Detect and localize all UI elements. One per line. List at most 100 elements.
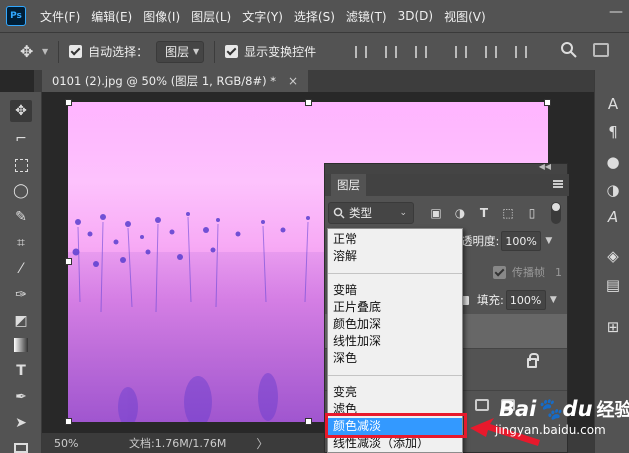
propagate-checkbox[interactable]	[493, 265, 506, 279]
photoshop-logo: Ps	[6, 6, 26, 26]
divider	[58, 40, 60, 63]
color-icon[interactable]: ●	[603, 152, 623, 172]
menu-bar: Ps 文件(F) 编辑(E) 图像(I) 图层(L) 文字(Y) 选择(S) 滤…	[0, 0, 629, 32]
blend-mode-item[interactable]: 正片叠底	[328, 299, 462, 316]
marquee-icon[interactable]	[10, 154, 32, 176]
watermark-brand: Bai	[499, 397, 537, 421]
show-transform-label: 显示变换控件	[244, 45, 317, 59]
chevron-down-icon[interactable]: ▼	[545, 236, 552, 246]
opacity-label: 透明度:	[461, 234, 500, 248]
pen-icon[interactable]: ✒	[10, 386, 32, 408]
collapse-icon[interactable]: ◀◀	[539, 162, 551, 171]
blend-mode-item[interactable]: 深色	[328, 350, 462, 367]
document-tab[interactable]: 0101 (2).jpg @ 50% (图层 1, RGB/8#) * ×	[42, 70, 309, 92]
workspace-icon[interactable]	[593, 43, 609, 57]
new-group-icon[interactable]	[475, 399, 489, 411]
adjustment-filter-icon[interactable]: ◑	[451, 204, 469, 222]
zoom-level[interactable]: 50%	[54, 437, 114, 450]
auto-select-value: 图层	[165, 45, 190, 59]
blend-mode-item[interactable]: 正常	[328, 231, 462, 248]
align-top-icon[interactable]	[450, 41, 472, 63]
blend-mode-item[interactable]: 溶解	[328, 248, 462, 265]
3d-icon[interactable]: ◈	[603, 246, 623, 266]
align-middle-icon[interactable]	[480, 41, 502, 63]
artboard-icon[interactable]: ⌐	[10, 128, 32, 150]
filter-toggle[interactable]	[551, 202, 561, 224]
grid-icon[interactable]: ⊞	[603, 317, 623, 337]
tab-layers[interactable]: 图层	[331, 174, 366, 196]
path-select-icon[interactable]: ➤	[10, 412, 32, 434]
chevron-down-icon[interactable]: ▼	[42, 47, 48, 56]
blend-mode-item[interactable]: 线性加深	[328, 333, 462, 350]
move-icon[interactable]: ✥	[10, 100, 32, 122]
type-icon[interactable]: T	[10, 360, 32, 382]
search-icon	[333, 207, 345, 219]
shape-filter-icon[interactable]: ⬚	[499, 204, 517, 222]
layer-filter-buttons: ▣ ◑ T ⬚ ▯	[427, 204, 547, 222]
type-filter-icon[interactable]: T	[475, 204, 493, 222]
document-tab-title: 0101 (2).jpg @ 50% (图层 1, RGB/8#) *	[52, 74, 276, 88]
glyphs-icon[interactable]: A	[603, 207, 623, 227]
eyedropper-icon[interactable]: ⁄	[10, 258, 32, 280]
annotation-highlight-box	[325, 413, 467, 438]
quick-select-icon[interactable]: ✎	[10, 206, 32, 228]
blend-mode-item[interactable]: 变暗	[328, 282, 462, 299]
align-right-icon[interactable]	[410, 41, 432, 63]
watermark-url: jingyan.baidu.com	[495, 423, 606, 437]
transform-handle[interactable]	[305, 99, 312, 106]
align-buttons	[350, 41, 540, 63]
transform-handle[interactable]	[305, 418, 312, 425]
eraser-icon[interactable]: ◩	[10, 310, 32, 332]
propagate-value: 1	[555, 265, 562, 279]
rectangle-icon[interactable]	[10, 437, 32, 453]
brush-icon[interactable]: ✑	[10, 284, 32, 306]
fill-input[interactable]: 100%	[505, 290, 546, 310]
auto-select-label: 自动选择：	[88, 45, 149, 59]
chevron-right-icon[interactable]: 〉	[256, 435, 268, 452]
auto-select-checkbox[interactable]	[69, 45, 83, 58]
transform-handle[interactable]	[544, 99, 551, 106]
chevron-down-icon: ⌄	[399, 208, 407, 218]
opacity-control: 透明度: 100% ▼	[461, 231, 552, 251]
transform-handle[interactable]	[65, 258, 72, 265]
panel-menu-icon[interactable]	[553, 180, 563, 188]
layer-kind-filter[interactable]: 类型 ⌄	[328, 202, 414, 224]
properties-icon[interactable]: ▤	[603, 275, 623, 295]
align-center-icon[interactable]	[380, 41, 402, 63]
menu-type[interactable]: 文字(Y)	[242, 8, 283, 25]
menu-select[interactable]: 选择(S)	[294, 8, 335, 25]
menu-view[interactable]: 视图(V)	[444, 8, 486, 25]
search-icon[interactable]	[560, 41, 578, 59]
align-bottom-icon[interactable]	[510, 41, 532, 63]
align-left-icon[interactable]	[350, 41, 372, 63]
smart-object-filter-icon[interactable]: ▯	[523, 204, 541, 222]
blend-mode-item[interactable]: 变亮	[328, 384, 462, 401]
character-icon[interactable]: A	[603, 94, 623, 114]
menu-3d[interactable]: 3D(D)	[398, 9, 433, 23]
menu-edit[interactable]: 编辑(E)	[91, 8, 132, 25]
transform-handle[interactable]	[65, 99, 72, 106]
auto-select-dropdown[interactable]: 图层 ▼	[156, 40, 205, 63]
transform-handle[interactable]	[65, 418, 72, 425]
paragraph-icon[interactable]: ¶	[603, 122, 623, 142]
lock-icon	[527, 353, 539, 368]
gradient-icon[interactable]	[10, 334, 32, 356]
crop-icon[interactable]: ⌗	[10, 232, 32, 254]
chevron-down-icon[interactable]: ▼	[550, 295, 557, 305]
opacity-value: 100%	[505, 234, 537, 248]
move-tool-preset-icon[interactable]: ✥	[20, 42, 38, 61]
menu-file[interactable]: 文件(F)	[40, 8, 80, 25]
opacity-input[interactable]: 100%	[501, 231, 542, 251]
blend-mode-item[interactable]: 颜色加深	[328, 316, 462, 333]
pixel-filter-icon[interactable]: ▣	[427, 204, 445, 222]
lasso-icon[interactable]: ◯	[10, 180, 32, 202]
menu-filter[interactable]: 滤镜(T)	[346, 8, 387, 25]
close-icon[interactable]: ×	[288, 74, 298, 88]
adjustments-icon[interactable]: ◑	[603, 180, 623, 200]
show-transform-checkbox[interactable]	[225, 45, 239, 58]
document-tab-strip: 0101 (2).jpg @ 50% (图层 1, RGB/8#) * ×	[34, 70, 594, 92]
minimize-icon[interactable]: —	[609, 4, 623, 20]
menu-image[interactable]: 图像(I)	[143, 8, 180, 25]
propagate-frame: 传播帧 1	[493, 264, 562, 280]
menu-layer[interactable]: 图层(L)	[191, 8, 231, 25]
